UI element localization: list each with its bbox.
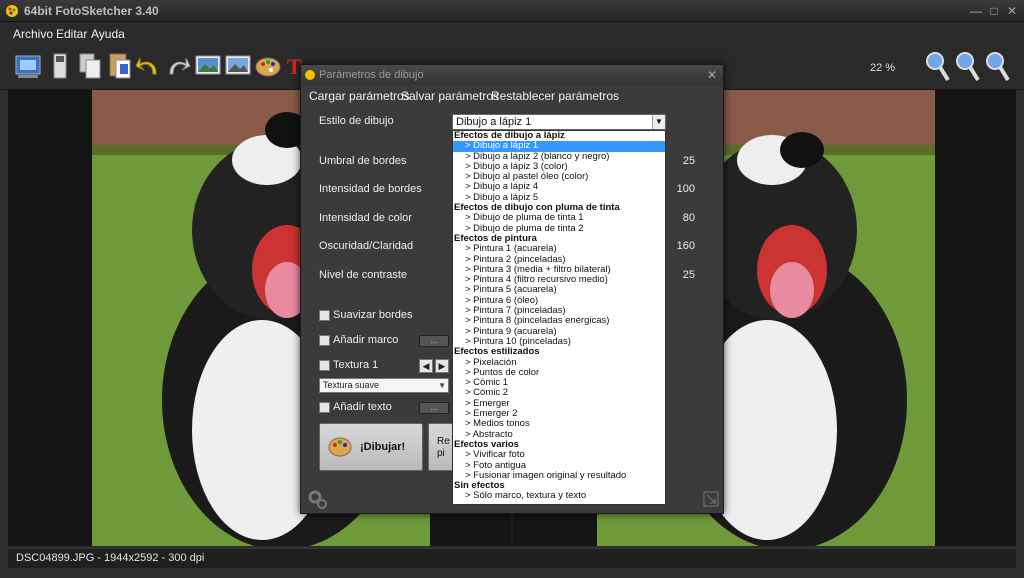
dialog-close-icon[interactable]: ✕ [707, 68, 717, 82]
param-label-edge-threshold: Umbral de bordes [319, 155, 407, 167]
app-logo-icon [6, 5, 18, 17]
window-title: 64bit FotoSketcher 3.40 [24, 4, 159, 18]
add-text-checkbox[interactable] [319, 402, 330, 413]
frame-options-button[interactable]: ... [419, 335, 449, 347]
texture-select-value: Textura suave [323, 380, 380, 390]
add-frame-checkbox[interactable] [319, 335, 330, 346]
palette-icon [328, 437, 352, 457]
minimize-icon[interactable]: — [968, 3, 984, 19]
drawing-style-dropdown-list: Efectos de dibujo a lápiz > Dibujo a lápi… [452, 130, 666, 505]
style-label: Estilo de dibujo [319, 115, 394, 127]
smooth-edges-label: Suavizar bordes [333, 309, 413, 321]
texture-label: Textura 1 [333, 359, 379, 371]
reset-params-menu[interactable]: Restablecer parámetros [491, 89, 619, 103]
param-value-darkness: 160 [676, 240, 695, 252]
zoom-in-icon[interactable] [924, 50, 950, 84]
dialog-title: Parámetros de dibujo [319, 69, 424, 81]
smooth-edges-checkbox[interactable] [319, 310, 330, 321]
param-label-contrast: Nivel de contraste [319, 269, 408, 281]
resize-icon[interactable] [703, 491, 719, 507]
param-value-contrast: 25 [682, 269, 695, 281]
result-image-icon[interactable] [224, 50, 252, 82]
drawing-style-value: Dibujo a lápiz 1 [456, 116, 532, 128]
dropdown-option[interactable]: > Vivificar foto [453, 449, 665, 460]
chevron-down-icon: ▼ [438, 381, 446, 390]
dropdown-option[interactable]: > Sólo marco, textura y texto [453, 491, 665, 502]
add-frame-label: Añadir marco [333, 334, 399, 346]
save-params-menu[interactable]: Salvar parámetros [401, 89, 499, 103]
param-value-color-intensity: 80 [682, 212, 695, 224]
dropdown-group-header: Efectos estilizados [454, 346, 540, 358]
draw-button-label: ¡Dibujar! [360, 441, 406, 453]
menu-archivo[interactable]: Archivo [13, 27, 53, 41]
menu-bar: Archivo Editar Ayuda [0, 22, 1024, 44]
dialog-app-icon [305, 70, 315, 80]
param-value-edge-intensity: 100 [676, 183, 695, 195]
title-bar: 64bit FotoSketcher 3.40 — □ ✕ [0, 0, 1024, 22]
dialog-title-bar[interactable]: Parámetros de dibujo ✕ [301, 65, 723, 85]
param-label-color-intensity: Intensidad de color [319, 212, 412, 224]
redo-icon[interactable] [164, 50, 192, 82]
chevron-down-icon: ▼ [652, 115, 665, 129]
zoom-fit-icon[interactable] [984, 50, 1010, 84]
zoom-out-icon[interactable] [954, 50, 980, 84]
app-window: 64bit FotoSketcher 3.40 — □ ✕ Archivo Ed… [0, 0, 1024, 578]
status-text: DSC04899.JPG - 1944x2592 - 300 dpi [16, 552, 205, 564]
add-text-label: Añadir texto [333, 401, 392, 413]
menu-editar[interactable]: Editar [56, 27, 87, 41]
zoom-level: 22 % [870, 62, 896, 74]
texture-select[interactable]: Textura suave ▼ [319, 378, 449, 393]
load-params-menu[interactable]: Cargar parámetros [309, 89, 410, 103]
close-icon[interactable]: ✕ [1004, 3, 1020, 19]
settings-gear-icon[interactable] [307, 489, 329, 511]
draw-button[interactable]: ¡Dibujar! [319, 423, 423, 471]
status-bar: DSC04899.JPG - 1944x2592 - 300 dpi [8, 548, 1016, 568]
param-value-edge-threshold: 25 [682, 155, 695, 167]
param-label-edge-intensity: Intensidad de bordes [319, 183, 422, 195]
paste-icon[interactable] [106, 50, 134, 82]
save-icon[interactable] [46, 50, 74, 82]
texture-prev-icon[interactable]: ◀ [419, 359, 433, 373]
open-image-icon[interactable] [14, 50, 42, 82]
drawing-style-select[interactable]: Dibujo a lápiz 1 ▼ [452, 114, 666, 130]
texture-checkbox[interactable] [319, 360, 330, 371]
undo-icon[interactable] [134, 50, 162, 82]
menu-ayuda[interactable]: Ayuda [91, 27, 125, 41]
texture-next-icon[interactable]: ▶ [435, 359, 449, 373]
param-label-darkness: Oscuridad/Claridad [319, 240, 414, 252]
original-image-icon[interactable] [194, 50, 222, 82]
copy-icon[interactable] [76, 50, 104, 82]
maximize-icon[interactable]: □ [986, 3, 1002, 19]
palette-icon[interactable] [254, 50, 282, 82]
text-options-button[interactable]: ... [419, 402, 449, 414]
